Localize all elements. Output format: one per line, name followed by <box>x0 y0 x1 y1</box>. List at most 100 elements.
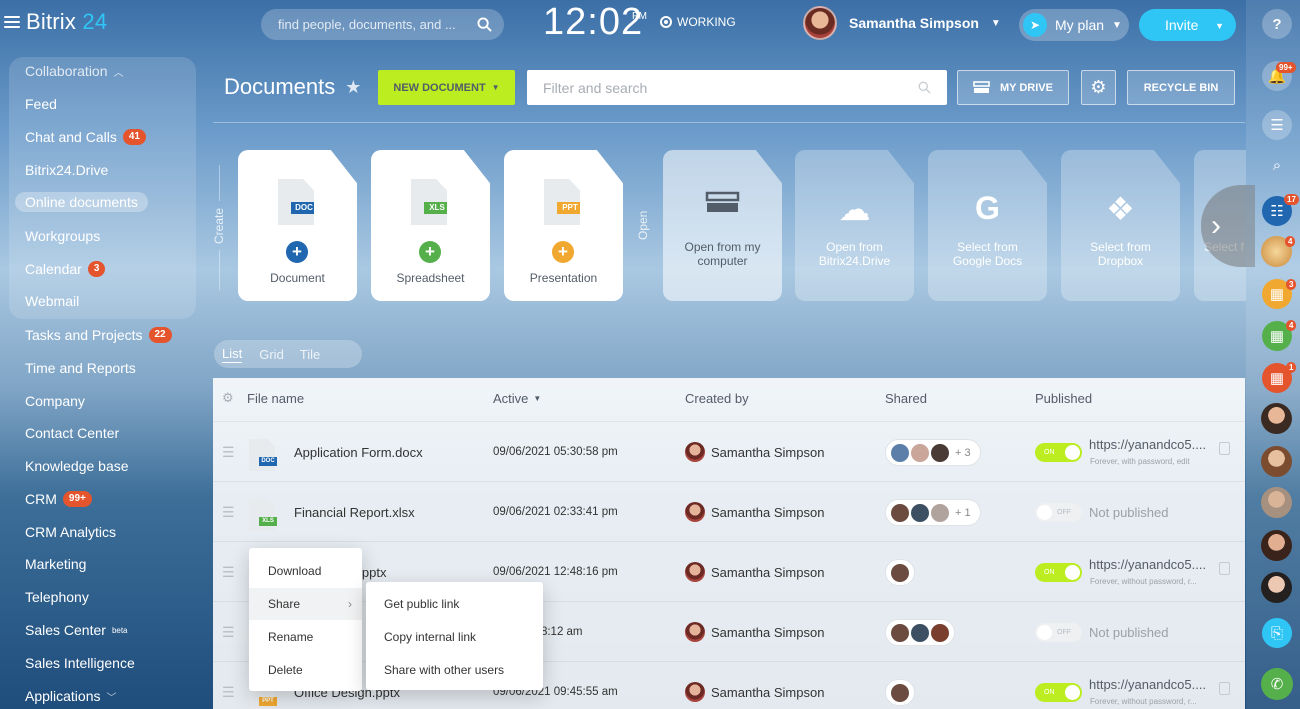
search-icon[interactable]: ⌕ <box>1262 150 1292 180</box>
share-screen-icon[interactable]: ⎘ <box>1262 618 1292 648</box>
creator[interactable]: Samantha Simpson <box>685 422 824 482</box>
global-search-input[interactable] <box>278 17 477 32</box>
shared-users[interactable] <box>885 559 915 586</box>
public-link[interactable]: https://yanandco5.... <box>1089 557 1206 572</box>
create-spreadsheet-card[interactable]: XLS + Spreadsheet <box>371 150 490 301</box>
sidebar-item-workgroups[interactable]: Workgroups <box>25 228 100 244</box>
toggle-on[interactable]: ON <box>1035 682 1082 702</box>
publish-toggle[interactable]: OFF <box>1035 482 1082 542</box>
sidebar-item-online-documents[interactable]: Online documents <box>15 192 148 212</box>
public-link[interactable]: https://yanandco5.... <box>1089 437 1206 452</box>
my-plan-button[interactable]: ➤ My plan ▼ <box>1019 9 1129 41</box>
copy-icon[interactable] <box>1219 682 1230 695</box>
menu-icon[interactable] <box>4 16 20 28</box>
drag-handle-icon[interactable]: ☰ <box>222 662 236 709</box>
publish-toggle[interactable]: ON <box>1035 422 1082 482</box>
menu-item-download[interactable]: Download <box>249 555 362 587</box>
search-icon[interactable] <box>918 81 931 94</box>
avatar[interactable] <box>1261 530 1292 561</box>
sidebar-item-knowledge-base[interactable]: Knowledge base <box>25 458 129 474</box>
drag-handle-icon[interactable]: ☰ <box>222 542 236 602</box>
sidebar-item-time-reports[interactable]: Time and Reports <box>25 360 136 376</box>
sidebar-item-crm-analytics[interactable]: CRM Analytics <box>25 524 116 540</box>
chat-icon[interactable]: ☰ <box>1262 110 1292 140</box>
sidebar-item-chat[interactable]: Chat and Calls 41 <box>25 129 146 145</box>
sidebar-item-calendar[interactable]: Calendar 3 <box>25 261 106 277</box>
copy-icon[interactable] <box>1219 442 1230 455</box>
gear-icon[interactable]: ⚙ <box>222 378 234 418</box>
file-name[interactable]: Application Form.docx <box>294 422 423 482</box>
column-header-published[interactable]: Published <box>1035 378 1092 418</box>
shared-users[interactable]: + 1 <box>885 499 981 526</box>
sidebar-item-sales-intelligence[interactable]: Sales Intelligence <box>25 655 135 671</box>
avatar[interactable] <box>1261 403 1292 434</box>
publish-toggle[interactable]: OFF <box>1035 602 1082 662</box>
sidebar-item-drive[interactable]: Bitrix24.Drive <box>25 162 108 178</box>
table-row[interactable]: ☰ XLS Financial Report.xlsx 09/06/2021 0… <box>213 481 1245 541</box>
menu-item-share-with-users[interactable]: Share with other users <box>384 663 504 677</box>
sidebar-item-tasks[interactable]: Tasks and Projects 22 <box>25 327 172 343</box>
tab-tile[interactable]: Tile <box>292 347 328 362</box>
select-google-docs-card[interactable]: G Select from Google Docs <box>928 150 1047 301</box>
column-header-created-by[interactable]: Created by <box>685 378 749 418</box>
drag-handle-icon[interactable]: ☰ <box>222 482 236 542</box>
open-from-drive-card[interactable]: ☁ Open from Bitrix24.Drive <box>795 150 914 301</box>
column-header-file-name[interactable]: File name <box>247 378 304 418</box>
toggle-off[interactable]: OFF <box>1035 502 1082 522</box>
public-link[interactable]: https://yanandco5.... <box>1089 677 1206 692</box>
menu-item-share[interactable]: Share › <box>249 588 362 620</box>
sidebar-item-sales-center[interactable]: Sales Center beta <box>25 622 128 638</box>
menu-item-get-public-link[interactable]: Get public link <box>384 597 459 611</box>
sidebar-item-feed[interactable]: Feed <box>25 96 57 112</box>
clock[interactable]: 12:02 <box>543 1 643 44</box>
work-status[interactable]: WORKING <box>660 15 736 29</box>
global-search[interactable] <box>261 9 504 40</box>
shared-users[interactable] <box>885 679 915 706</box>
gear-icon[interactable]: ⚙ <box>1081 70 1116 105</box>
sidebar-section-collaboration[interactable]: Collaboration ︿ <box>25 63 124 79</box>
avatar[interactable] <box>1261 487 1292 518</box>
search-icon[interactable] <box>477 17 492 32</box>
avatar[interactable] <box>1261 446 1292 477</box>
create-document-card[interactable]: DOC + Document <box>238 150 357 301</box>
sidebar-item-webmail[interactable]: Webmail <box>25 293 79 309</box>
phone-icon[interactable]: ✆ <box>1261 668 1293 700</box>
new-document-button[interactable]: NEW DOCUMENT ▼ <box>378 70 515 105</box>
create-presentation-card[interactable]: PPT + Presentation <box>504 150 623 301</box>
user-menu[interactable]: Samantha Simpson ▼ <box>803 6 1001 40</box>
table-row[interactable]: ☰ DOC Application Form.docx 09/06/2021 0… <box>213 421 1245 481</box>
toggle-on[interactable]: ON <box>1035 442 1082 462</box>
column-header-shared[interactable]: Shared <box>885 378 927 418</box>
menu-item-copy-internal-link[interactable]: Copy internal link <box>384 630 476 644</box>
filter-search-input[interactable] <box>543 79 918 96</box>
recycle-bin-button[interactable]: RECYCLE BIN <box>1127 70 1235 105</box>
tab-grid[interactable]: Grid <box>251 347 292 362</box>
shared-users[interactable]: + 3 <box>885 439 981 466</box>
menu-item-delete[interactable]: Delete <box>249 654 362 686</box>
star-icon[interactable]: ★ <box>345 77 361 98</box>
my-drive-button[interactable]: MY DRIVE <box>957 70 1069 105</box>
menu-item-rename[interactable]: Rename <box>249 621 362 653</box>
sidebar-item-crm[interactable]: CRM 99+ <box>25 491 92 507</box>
sidebar-item-applications[interactable]: Applications ﹀ <box>25 688 117 704</box>
creator[interactable]: Samantha Simpson <box>685 602 824 662</box>
creator[interactable]: Samantha Simpson <box>685 662 824 709</box>
shared-users[interactable] <box>885 619 955 646</box>
sidebar-item-marketing[interactable]: Marketing <box>25 556 86 572</box>
publish-toggle[interactable]: ON <box>1035 662 1082 709</box>
select-dropbox-card[interactable]: ❖ Select from Dropbox <box>1061 150 1180 301</box>
creator[interactable]: Samantha Simpson <box>685 542 824 602</box>
publish-toggle[interactable]: ON <box>1035 542 1082 602</box>
drag-handle-icon[interactable]: ☰ <box>222 422 236 482</box>
copy-icon[interactable] <box>1219 562 1230 575</box>
file-name[interactable]: Financial Report.xlsx <box>294 482 415 542</box>
toggle-on[interactable]: ON <box>1035 562 1082 582</box>
sidebar-item-company[interactable]: Company <box>25 393 85 409</box>
app-logo[interactable]: Bitrix 24 <box>4 9 107 35</box>
invite-button[interactable]: Invite ▼ <box>1139 9 1236 41</box>
sidebar-item-telephony[interactable]: Telephony <box>25 589 89 605</box>
tab-list[interactable]: List <box>222 346 243 363</box>
avatar[interactable] <box>1261 572 1292 603</box>
chevron-down-icon[interactable]: ▼ <box>1215 21 1224 31</box>
filter-search[interactable] <box>527 70 947 105</box>
